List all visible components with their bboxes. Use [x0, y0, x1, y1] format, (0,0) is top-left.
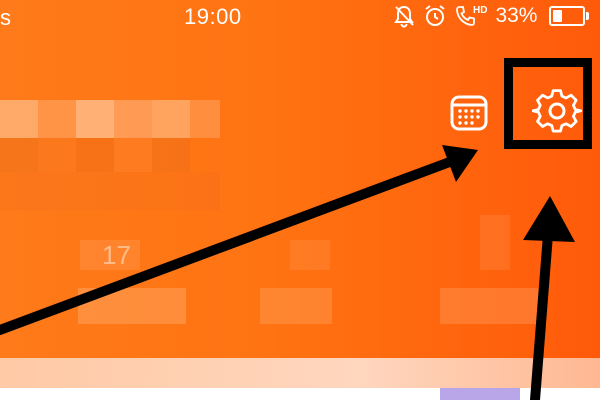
annotation-arrow-vertical: [530, 217, 554, 400]
annotation-arrowhead-vertical: [523, 196, 575, 242]
annotation-arrow-diagonal: [0, 155, 460, 335]
annotation-arrows: [0, 145, 575, 400]
app-screen: s 19:00 HD 33% 17: [0, 0, 600, 400]
